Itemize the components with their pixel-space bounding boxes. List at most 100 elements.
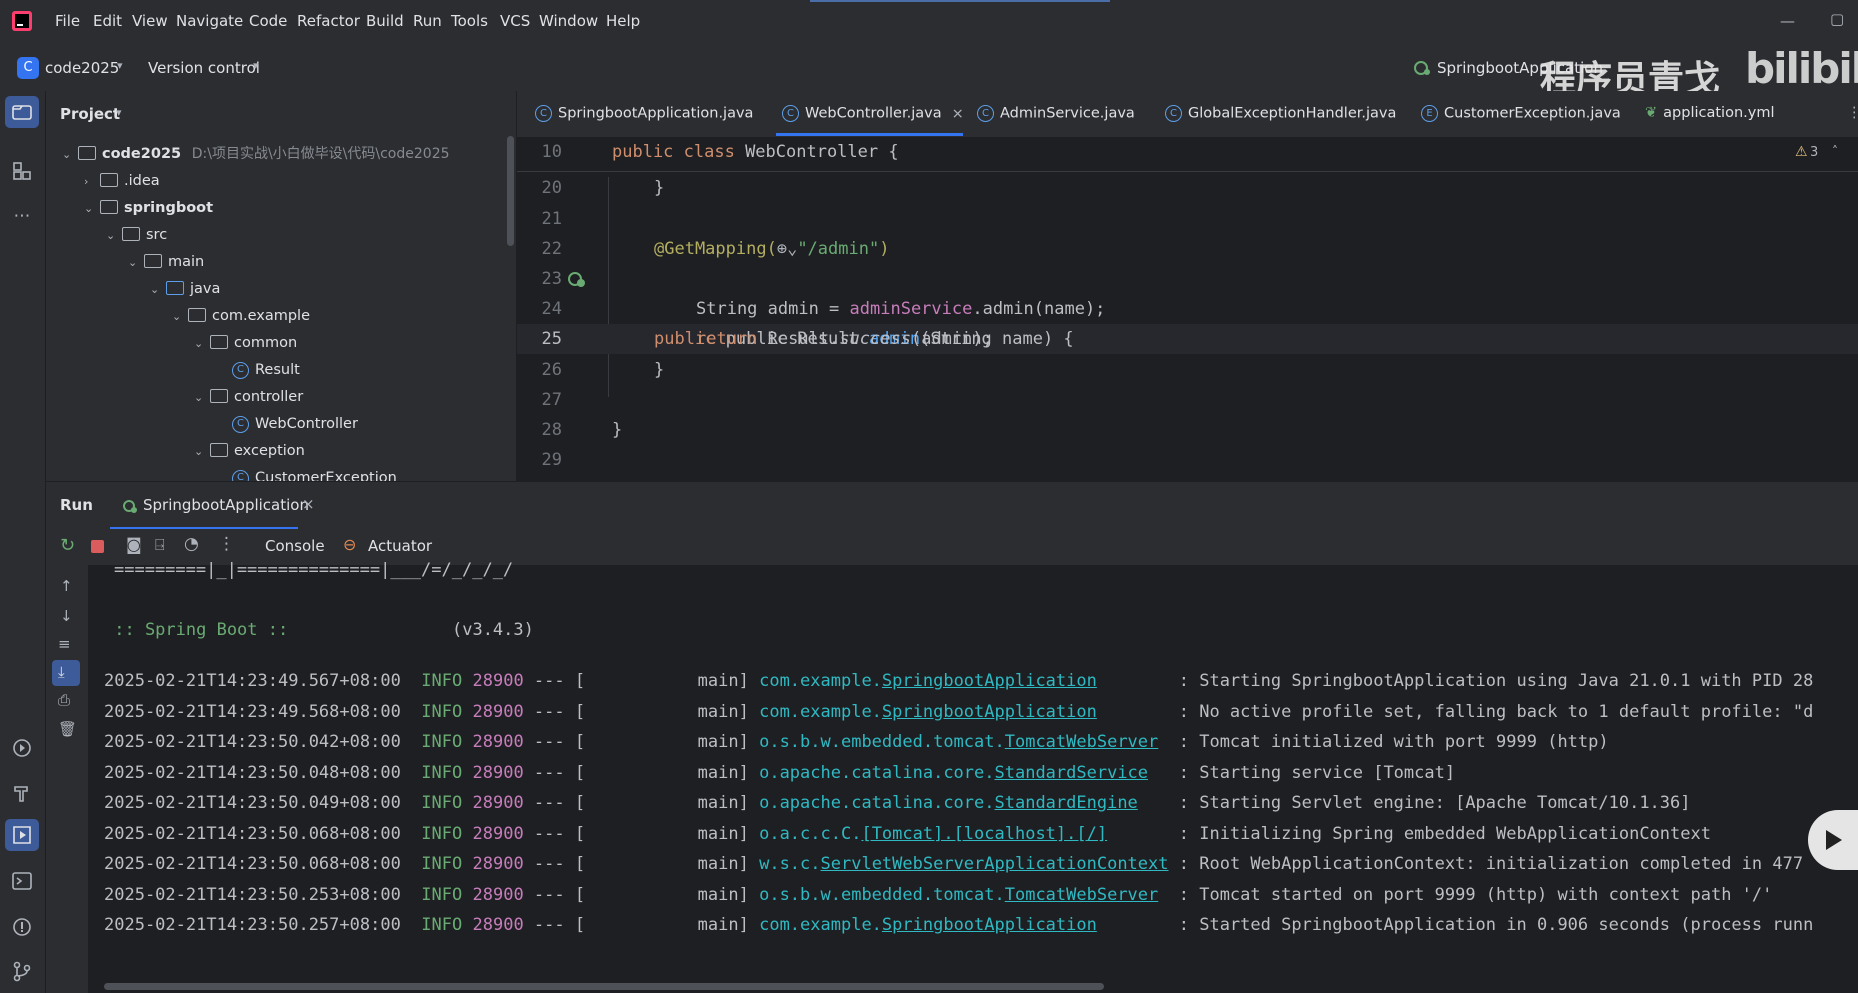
logger-class-link[interactable]: TomcatWebServer [1005, 885, 1159, 905]
logger-class-link[interactable]: SpringbootApplication [882, 671, 1097, 691]
logger-class-link[interactable]: SpringbootApplication [882, 702, 1097, 722]
chevron-down-icon[interactable]: ⌄ [128, 250, 144, 276]
tree-item-src[interactable]: ⌄ src [106, 222, 167, 248]
console-horizontal-scrollbar[interactable] [104, 983, 1104, 990]
git-branch-icon[interactable] [11, 960, 33, 982]
close-icon[interactable]: × [302, 495, 315, 513]
version-control-selector[interactable]: Version control [148, 59, 260, 77]
chevron-down-icon[interactable]: ▾ [116, 106, 122, 119]
arrow-down-icon[interactable]: ↓ [60, 607, 73, 625]
tree-item-result[interactable]: C Result [232, 357, 300, 383]
tree-item-webcontroller[interactable]: C WebController [232, 411, 358, 437]
project-selector[interactable]: code2025 [45, 59, 119, 77]
rerun-icon[interactable]: ↻ [60, 535, 75, 556]
terminal-icon[interactable] [11, 870, 33, 892]
play-icon[interactable] [1824, 828, 1844, 852]
logger-class-link[interactable]: ServletWebServerApplicationContext [821, 854, 1169, 874]
logger-package: com.example. [759, 915, 882, 935]
tree-item-exception[interactable]: ⌄ exception [194, 438, 305, 464]
menu-edit[interactable]: Edit [93, 12, 122, 30]
menu-code[interactable]: Code [249, 12, 287, 30]
menu-view[interactable]: View [132, 12, 168, 30]
tab-adminservice[interactable]: C AdminService.java [977, 105, 1135, 122]
console-tab[interactable]: Console [265, 537, 325, 555]
chevron-down-icon[interactable]: ⌄ [194, 385, 210, 411]
chevron-right-icon[interactable]: › [84, 169, 100, 195]
chevron-down-icon[interactable]: ⌄ [150, 277, 166, 303]
folder-icon[interactable] [12, 104, 32, 120]
exit-icon[interactable]: ⍈ [155, 535, 165, 555]
menu-refactor[interactable]: Refactor [297, 12, 360, 30]
tab-webcontroller[interactable]: C WebController.java × [782, 105, 964, 122]
tree-item-com-example[interactable]: ⌄ com.example [172, 303, 310, 329]
menu-tools[interactable]: Tools [451, 12, 488, 30]
tree-item-springboot[interactable]: ⌄ springboot [84, 195, 213, 221]
run-icon[interactable] [11, 824, 33, 846]
tree-item-customerexception[interactable]: C CustomerException [232, 465, 397, 481]
intellij-logo-icon[interactable] [12, 11, 32, 31]
console-output[interactable]: =========|_|==============|___/=/_/_/_/ … [88, 560, 1858, 993]
arrow-up-icon[interactable]: ↑ [60, 577, 73, 595]
more-tools-icon[interactable]: ⋯ [11, 205, 33, 227]
tree-item-idea[interactable]: › .idea [84, 168, 160, 194]
project-panel-title[interactable]: Project [60, 105, 120, 123]
chevron-down-icon[interactable]: ⌄ [194, 439, 210, 465]
warning-icon[interactable]: ⚠ [1795, 144, 1808, 160]
tab-customerexception[interactable]: E CustomerException.java [1421, 105, 1621, 122]
project-scrollbar[interactable] [507, 136, 514, 246]
menu-help[interactable]: Help [606, 12, 640, 30]
tab-globalexceptionhandler[interactable]: C GlobalExceptionHandler.java [1165, 105, 1396, 122]
camera-icon[interactable]: ◙ [126, 535, 142, 554]
actuator-tab[interactable]: Actuator [368, 537, 432, 555]
tab-springbootapplication[interactable]: C SpringbootApplication.java [535, 105, 753, 122]
chevron-down-icon[interactable]: ▾ [117, 59, 123, 72]
endpoint-gutter-icon[interactable] [567, 270, 587, 288]
more-tabs-icon[interactable]: ⋮ [1847, 105, 1858, 121]
chevron-down-icon[interactable]: ⌄ [172, 304, 188, 330]
chevron-down-icon[interactable]: ⌄ [62, 142, 78, 168]
chevron-down-icon[interactable]: ⌄ [84, 196, 100, 222]
profiler-icon[interactable]: ◔ [184, 534, 199, 554]
sticky-line[interactable]: 10 public class WebController { ⚠ 3 ˄ [517, 137, 1858, 172]
maximize-icon[interactable]: ▢ [1830, 10, 1844, 28]
problems-icon[interactable] [11, 916, 33, 938]
line-number: 10 [541, 142, 562, 162]
build-hammer-icon[interactable] [11, 782, 33, 804]
stop-icon[interactable] [91, 540, 104, 553]
soft-wrap-icon[interactable]: ≡ [58, 635, 71, 653]
tree-item-java[interactable]: ⌄ java [150, 276, 220, 302]
tree-item-controller[interactable]: ⌄ controller [194, 384, 303, 410]
menu-navigate[interactable]: Navigate [176, 12, 243, 30]
more-options-icon[interactable]: ⋮ [218, 534, 235, 554]
chevron-down-icon[interactable]: ⌄ [194, 331, 210, 357]
tree-item-common[interactable]: ⌄ common [194, 330, 297, 356]
folder-icon [144, 254, 162, 268]
structure-icon[interactable] [12, 161, 32, 181]
run-tab[interactable]: SpringbootApplication × [106, 482, 315, 530]
services-icon[interactable] [11, 737, 33, 759]
logger-class-link[interactable]: TomcatWebServer [1005, 732, 1159, 752]
globe-icon[interactable]: ⊕⌄ [777, 239, 797, 259]
tab-application-yml[interactable]: ❦ application.yml [1645, 105, 1774, 121]
logger-class-link[interactable]: StandardEngine [995, 793, 1138, 813]
chevron-up-icon[interactable]: ˄ [1832, 144, 1838, 158]
menu-window[interactable]: Window [539, 12, 598, 30]
logger-class-link[interactable]: StandardService [995, 763, 1149, 783]
tree-item-code2025[interactable]: ⌄ code2025 D:\项目实战\小白做毕设\代码\code2025 [62, 141, 450, 167]
trash-icon[interactable]: 🗑 [58, 720, 77, 738]
tree-item-main[interactable]: ⌄ main [128, 249, 204, 275]
menu-file[interactable]: File [55, 12, 80, 30]
logger-class-link[interactable]: SpringbootApplication [882, 915, 1097, 935]
menu-vcs[interactable]: VCS [500, 12, 530, 30]
logger-class-link[interactable]: [Tomcat].[localhost].[/] [861, 824, 1107, 844]
chevron-down-icon[interactable]: ⌄ [106, 223, 122, 249]
menu-build[interactable]: Build [366, 12, 404, 30]
close-icon[interactable]: × [952, 106, 964, 122]
print-icon[interactable]: ⎙ [58, 691, 70, 709]
minimize-icon[interactable]: — [1780, 12, 1795, 30]
scroll-to-end-icon[interactable]: ⤓ [58, 663, 65, 681]
video-play-overlay[interactable] [1808, 810, 1858, 870]
menu-run[interactable]: Run [413, 12, 442, 30]
chevron-down-icon[interactable]: ▾ [253, 59, 259, 72]
code-editor[interactable]: 10 public class WebController { ⚠ 3 ˄ 20… [517, 137, 1858, 481]
